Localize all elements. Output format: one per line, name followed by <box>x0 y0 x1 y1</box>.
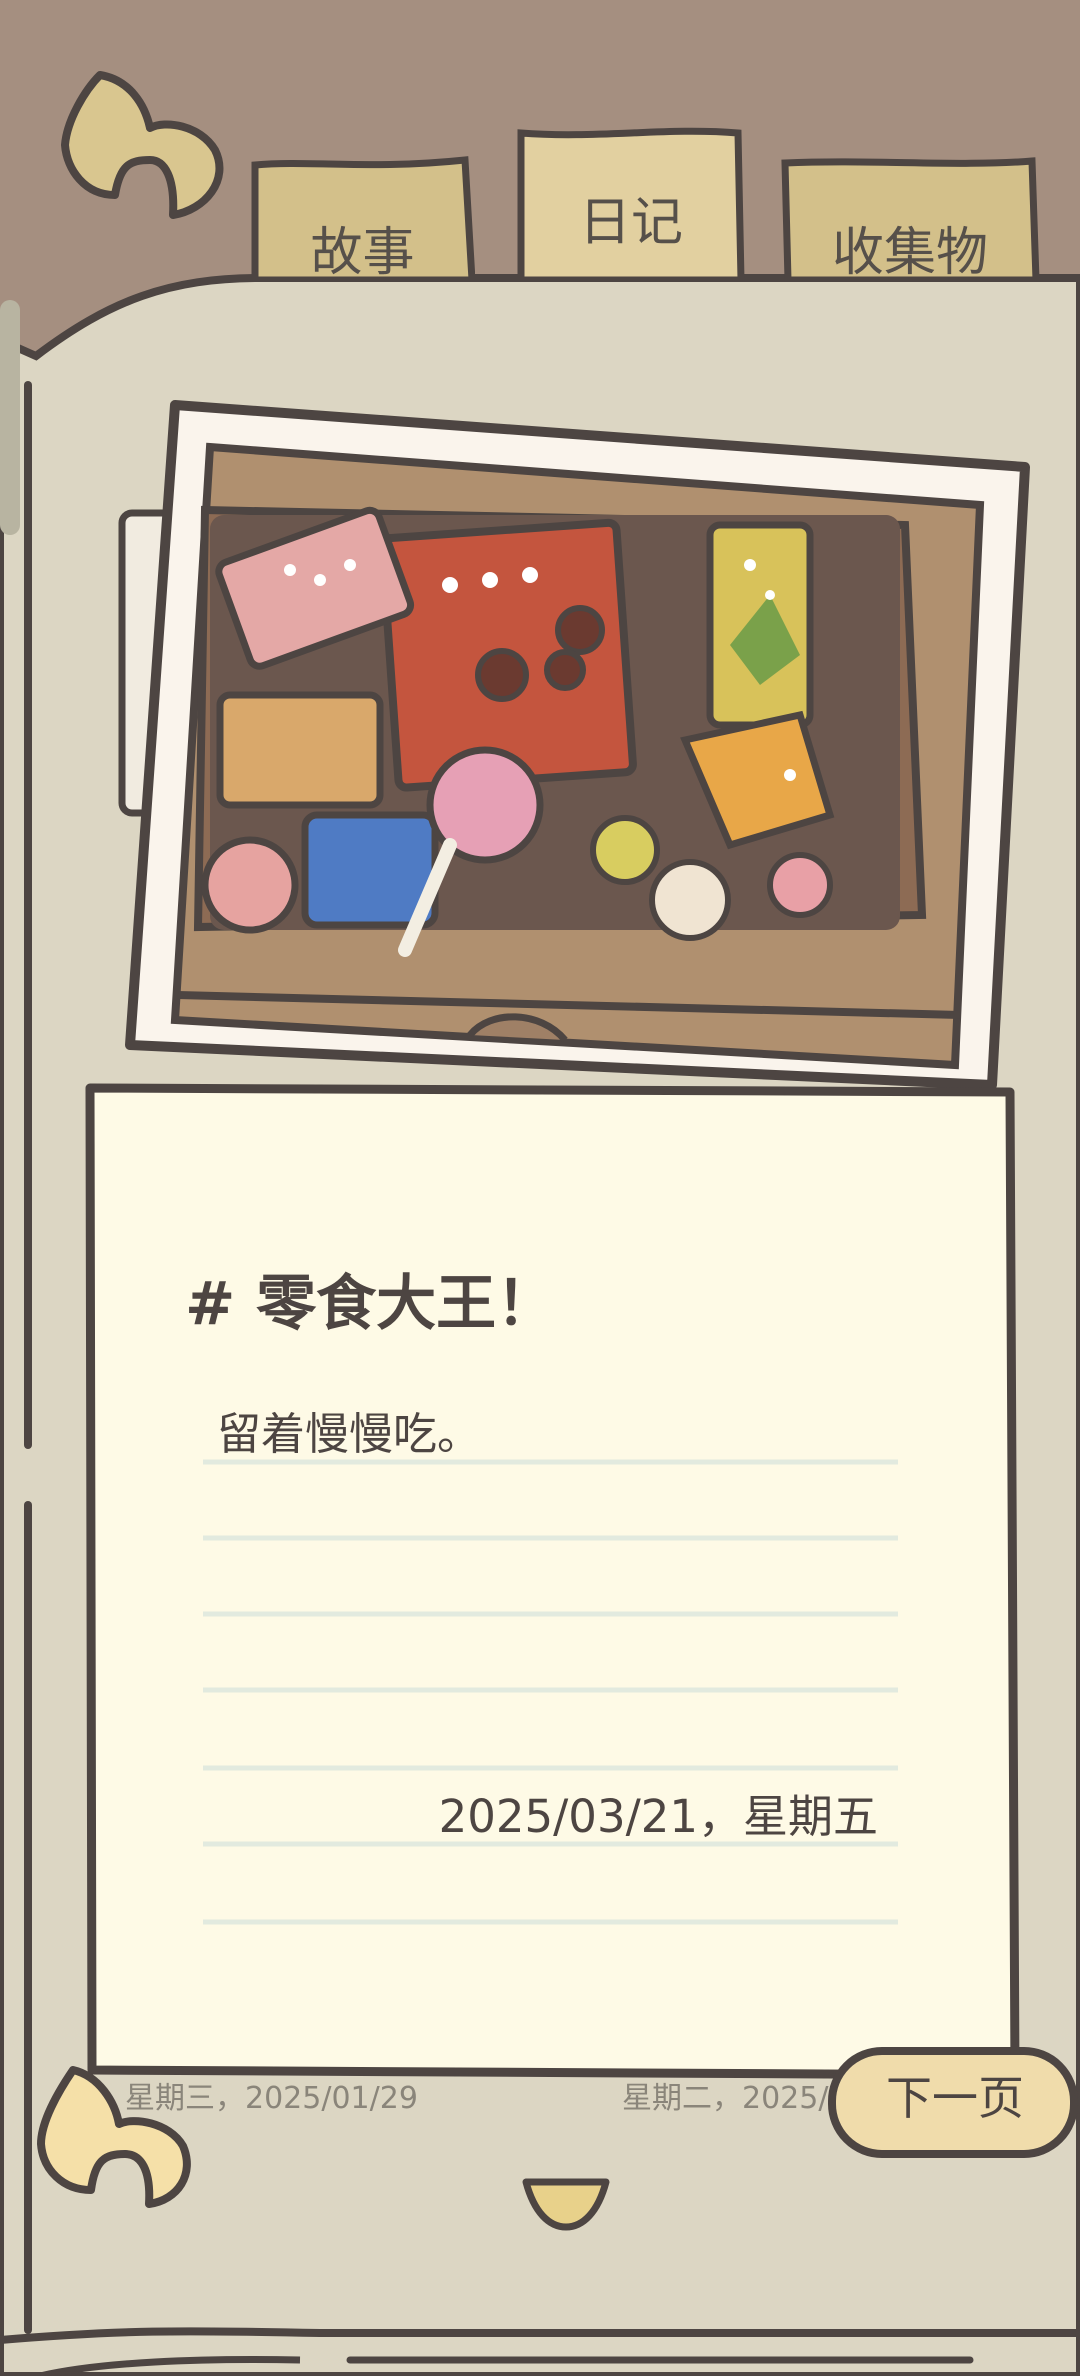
tab-collection[interactable]: 收集物 <box>780 155 1040 283</box>
tab-collection-label: 收集物 <box>831 223 988 283</box>
tab-diary[interactable]: 日记 <box>516 125 746 280</box>
snack-box-photo <box>118 400 1030 1090</box>
diary-paper <box>85 1083 1020 2080</box>
tab-story[interactable]: 故事 <box>250 155 475 283</box>
prev-page-arrow-icon[interactable] <box>33 2062 198 2212</box>
diary-title: # 零食大王！ <box>185 1269 557 1339</box>
diary-date: 2025/03/21，星期五 <box>438 1790 878 1843</box>
bookmark-icon[interactable] <box>518 2172 614 2234</box>
next-entry-hint: 星期二，2025/ <box>622 2081 829 2116</box>
tab-story-label: 故事 <box>310 223 415 283</box>
back-arrow-icon[interactable] <box>55 60 235 230</box>
diary-body: 留着慢慢吃。 <box>217 1409 481 1460</box>
next-page-label[interactable]: 下一页 <box>830 2062 1080 2128</box>
tab-diary-label: 日记 <box>578 193 683 253</box>
